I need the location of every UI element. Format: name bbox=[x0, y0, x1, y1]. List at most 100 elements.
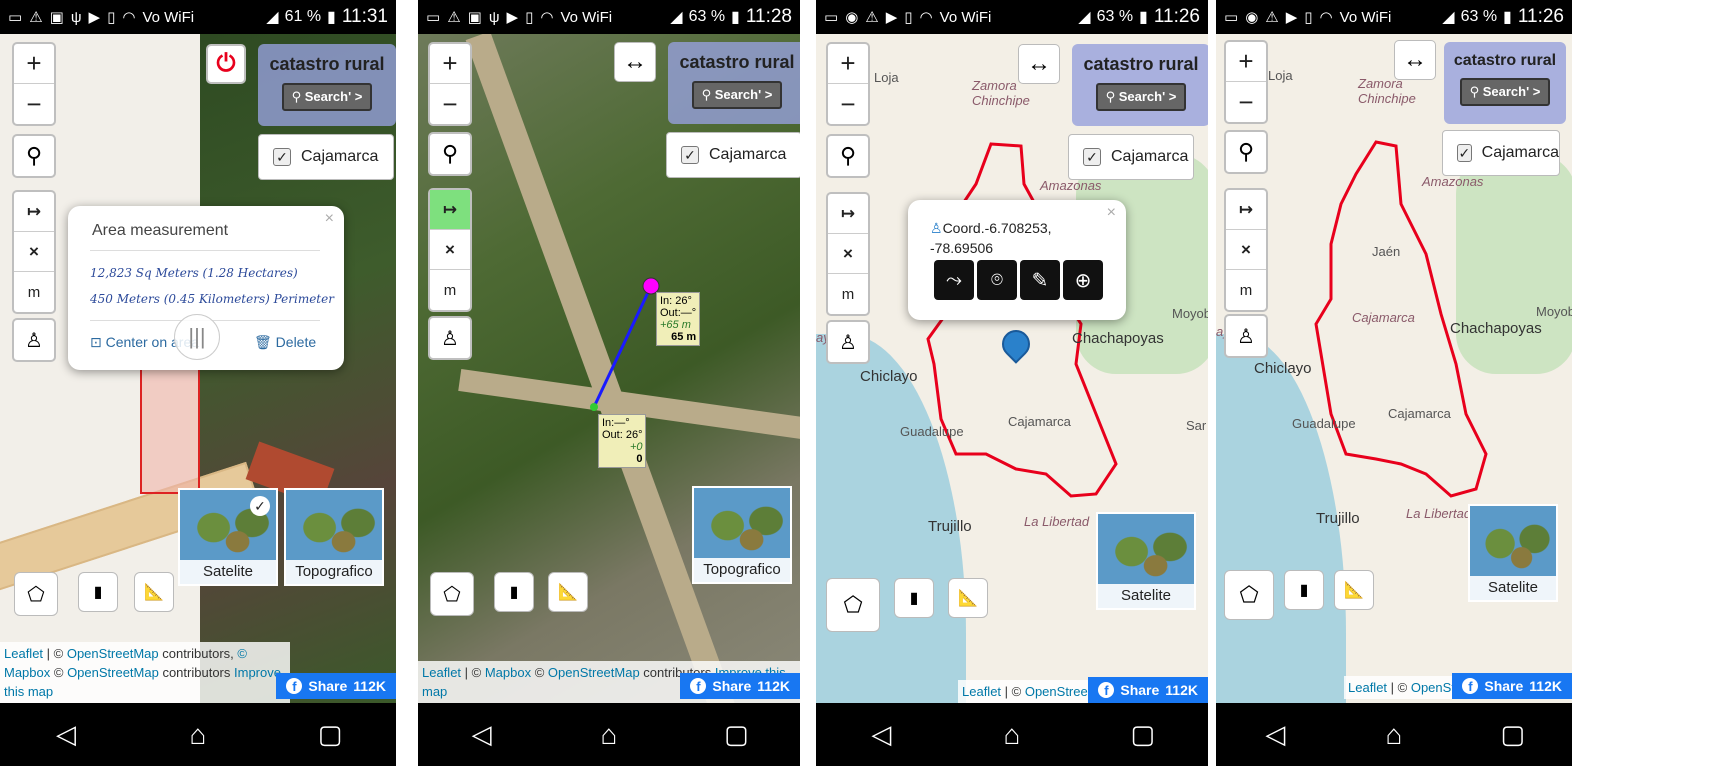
expand-toggle-button[interactable]: ↔ bbox=[1018, 44, 1060, 84]
drag-handle[interactable]: ||| bbox=[174, 314, 220, 360]
map-view[interactable]: + − ⚲ ↦ × m ♙ ⏻ catastro rural ⚲ Search'… bbox=[0, 34, 396, 703]
search-button[interactable]: ⚲ bbox=[12, 134, 56, 178]
measure-start-button[interactable]: ↦ bbox=[828, 194, 868, 234]
home-button[interactable]: ⌂ bbox=[180, 717, 216, 753]
zoom-in-button[interactable]: + bbox=[828, 44, 868, 84]
close-icon[interactable]: × bbox=[1107, 204, 1116, 222]
measure-clear-button[interactable]: × bbox=[828, 234, 868, 274]
search-button[interactable]: ⚲ bbox=[1224, 130, 1268, 174]
catastro-search-button[interactable]: ⚲ Search' > bbox=[691, 81, 783, 109]
layer-topografico[interactable]: Topografico bbox=[284, 488, 384, 586]
street-view-button[interactable]: ♙ bbox=[1224, 314, 1268, 358]
recents-button[interactable]: ▢ bbox=[718, 717, 754, 753]
sd-card-button[interactable]: ▮ bbox=[78, 572, 118, 612]
sd-card-button[interactable]: ▮ bbox=[1284, 570, 1324, 610]
recents-button[interactable]: ▢ bbox=[1495, 717, 1531, 753]
back-button[interactable]: ◁ bbox=[863, 717, 899, 753]
ruler-button[interactable]: 📐 bbox=[1334, 570, 1374, 610]
recents-button[interactable]: ▢ bbox=[1125, 717, 1161, 753]
power-button[interactable]: ⏻ bbox=[206, 44, 246, 84]
zoom-control: + − bbox=[1224, 40, 1268, 124]
home-icon: ⌂ bbox=[600, 718, 618, 750]
leaflet-link[interactable]: Leaflet bbox=[4, 646, 43, 661]
map-view[interactable]: In: 26° Out:—° +65 m 65 m In:—° Out: 26°… bbox=[418, 34, 800, 703]
facebook-icon: f bbox=[1462, 678, 1479, 694]
expand-toggle-button[interactable]: ↔ bbox=[614, 42, 656, 82]
measure-unit-button[interactable]: m bbox=[430, 270, 470, 310]
facebook-share-button[interactable]: f Share 112K bbox=[1452, 673, 1572, 699]
recents-button[interactable]: ▢ bbox=[312, 717, 348, 753]
measure-clear-button[interactable]: × bbox=[430, 230, 470, 270]
back-button[interactable]: ◁ bbox=[48, 717, 84, 753]
mapbox-link[interactable]: Mapbox bbox=[485, 665, 531, 680]
measure-unit-button[interactable]: m bbox=[1226, 270, 1266, 310]
catastro-search-button[interactable]: ⚲ Search' > bbox=[281, 83, 373, 111]
home-button[interactable]: ⌂ bbox=[591, 717, 627, 753]
measure-start-point[interactable] bbox=[590, 403, 598, 411]
facebook-share-button[interactable]: f Share 112K bbox=[1088, 677, 1208, 703]
osm-link[interactable]: OpenStreetMap bbox=[548, 665, 640, 680]
expand-toggle-button[interactable]: ↔ bbox=[1394, 40, 1436, 80]
street-view-button[interactable]: ♙ bbox=[826, 320, 870, 364]
zoom-in-button[interactable]: + bbox=[1226, 42, 1266, 82]
route-button[interactable]: ⤳ bbox=[934, 260, 974, 300]
leaflet-link[interactable]: Leaflet bbox=[422, 665, 461, 680]
measure-unit-button[interactable]: m bbox=[14, 272, 54, 312]
home-button[interactable]: ⌂ bbox=[1376, 717, 1412, 753]
catastro-search-button[interactable]: ⚲ Search' > bbox=[1095, 83, 1187, 111]
facebook-share-button[interactable]: f Share 112K bbox=[276, 673, 396, 699]
back-button[interactable]: ◁ bbox=[1257, 717, 1293, 753]
close-icon[interactable]: × bbox=[325, 210, 334, 228]
catastro-search-button[interactable]: ⚲ Search' > bbox=[1459, 78, 1551, 106]
measure-start-button[interactable]: ↦ bbox=[1226, 190, 1266, 230]
ruler-button[interactable]: 📐 bbox=[548, 572, 588, 612]
map-view[interactable]: Loja Zamora Chinchipe Amazonas Jaén Caja… bbox=[1216, 34, 1572, 703]
camera-button[interactable]: ⌾ bbox=[977, 260, 1017, 300]
osm-link[interactable]: OpenStree bbox=[1025, 684, 1088, 699]
zoom-out-button[interactable]: − bbox=[828, 84, 868, 124]
cajamarca-layer-toggle[interactable]: ✓ Cajamarca bbox=[1442, 130, 1560, 176]
delete-link[interactable]: 🗑 Delete bbox=[254, 334, 316, 351]
home-button[interactable]: ⌂ bbox=[994, 717, 1030, 753]
measure-clear-button[interactable]: × bbox=[1226, 230, 1266, 270]
zoom-in-button[interactable]: + bbox=[430, 44, 470, 84]
draw-polygon-button[interactable]: ⬠ bbox=[1224, 570, 1274, 620]
draw-polygon-button[interactable]: ⬠ bbox=[14, 572, 58, 616]
cajamarca-layer-toggle[interactable]: ✓ Cajamarca bbox=[666, 132, 800, 178]
search-button[interactable]: ⚲ bbox=[826, 134, 870, 178]
zoom-out-button[interactable]: − bbox=[14, 84, 54, 124]
back-button[interactable]: ◁ bbox=[464, 717, 500, 753]
measure-control: ↦ × m bbox=[826, 192, 870, 316]
search-button[interactable]: ⚲ bbox=[428, 132, 472, 176]
layer-topografico[interactable]: Topografico bbox=[692, 486, 792, 584]
ruler-button[interactable]: 📐 bbox=[948, 578, 988, 618]
facebook-share-button[interactable]: f Share 112K bbox=[680, 673, 800, 699]
layer-satelite[interactable]: ✓ Satelite bbox=[178, 488, 278, 586]
sd-card-button[interactable]: ▮ bbox=[494, 572, 534, 612]
osm-link-2[interactable]: OpenStreetMap bbox=[67, 665, 159, 680]
volte-label: Vo WiFi bbox=[939, 8, 992, 26]
street-view-button[interactable]: ♙ bbox=[12, 318, 56, 362]
globe-button[interactable]: ⊕ bbox=[1063, 260, 1103, 300]
cajamarca-layer-toggle[interactable]: ✓ Cajamarca bbox=[258, 134, 394, 180]
osm-link[interactable]: OpenStreetMap bbox=[67, 646, 159, 661]
sd-card-button[interactable]: ▮ bbox=[894, 578, 934, 618]
zoom-out-button[interactable]: − bbox=[1226, 82, 1266, 122]
zoom-out-button[interactable]: − bbox=[430, 84, 470, 124]
leaflet-link[interactable]: Leaflet bbox=[962, 684, 1001, 699]
cajamarca-layer-toggle[interactable]: ✓ Cajamarca bbox=[1068, 134, 1194, 180]
measure-unit-button[interactable]: m bbox=[828, 274, 868, 314]
draw-polygon-button[interactable]: ⬠ bbox=[826, 578, 880, 632]
edit-button[interactable]: ✎ bbox=[1020, 260, 1060, 300]
measure-start-button[interactable]: ↦ bbox=[14, 192, 54, 232]
leaflet-link[interactable]: Leaflet bbox=[1348, 680, 1387, 695]
measure-clear-button[interactable]: × bbox=[14, 232, 54, 272]
layer-satelite[interactable]: Satelite bbox=[1096, 512, 1196, 610]
layer-satelite[interactable]: Satelite bbox=[1468, 504, 1558, 602]
measure-start-button[interactable]: ↦ bbox=[430, 190, 470, 230]
draw-polygon-button[interactable]: ⬠ bbox=[430, 572, 474, 616]
ruler-button[interactable]: 📐 bbox=[134, 572, 174, 612]
street-view-button[interactable]: ♙ bbox=[428, 316, 472, 360]
map-view[interactable]: Loja Zamora Chinchipe Amazonas Chachapoy… bbox=[816, 34, 1208, 703]
zoom-in-button[interactable]: + bbox=[14, 44, 54, 84]
